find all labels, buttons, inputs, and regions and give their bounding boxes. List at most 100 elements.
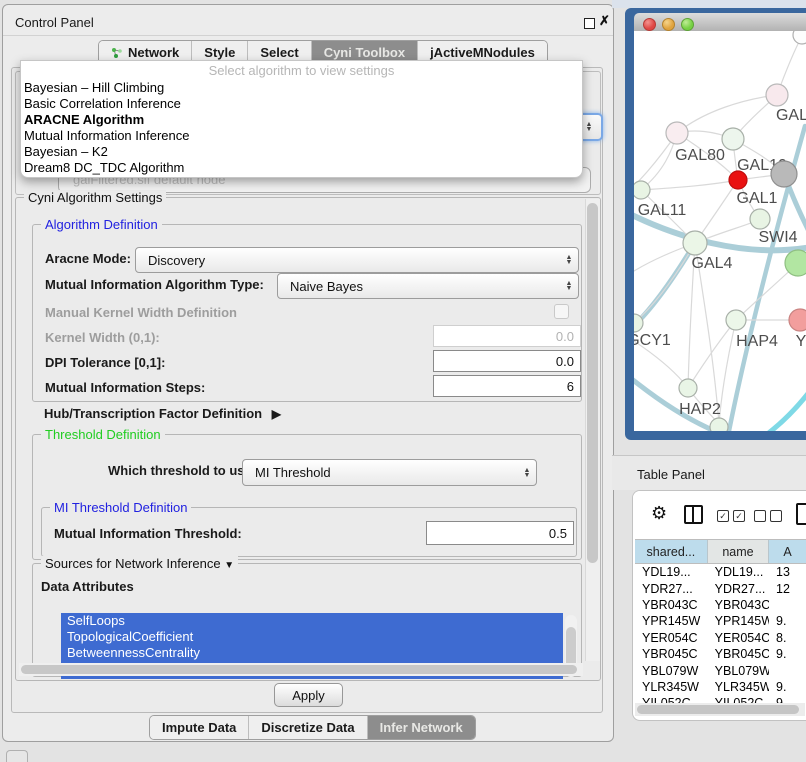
tab-label: Network <box>128 45 179 60</box>
column-header-name[interactable]: name <box>708 540 769 563</box>
network-node-swi4[interactable] <box>785 250 806 276</box>
tab-label: Select <box>260 45 298 60</box>
select-all-checkboxes-icon[interactable]: ✓✓ <box>717 510 745 522</box>
table-row[interactable]: YBR045CYBR045C9. <box>635 646 806 662</box>
combo-spinner-icon: ▲▼ <box>560 255 578 265</box>
which-threshold-combo[interactable]: MI Threshold ▲▼ <box>242 459 537 486</box>
node-label: HAP2 <box>679 401 721 418</box>
network-node-gal80[interactable] <box>666 122 688 144</box>
network-node-hap2[interactable] <box>679 379 697 397</box>
tab-discretize-data[interactable]: Discretize Data <box>249 716 367 739</box>
network-edge[interactable] <box>634 243 695 331</box>
algorithm-option-dream8-dc-tdc-algorithm[interactable]: Dream8 DC_TDC Algorithm <box>22 160 581 176</box>
settings-horizontal-scrollbar-thumb[interactable] <box>21 665 577 674</box>
attribute-item-selfloops[interactable]: SelfLoops <box>61 613 563 629</box>
which-threshold-value: MI Threshold <box>243 465 518 480</box>
attribute-item-betweennesscentrality[interactable]: BetweennessCentrality <box>61 645 563 661</box>
network-tab-icon <box>111 47 123 59</box>
table-row[interactable]: YBR043CYBR043C <box>635 597 806 613</box>
sources-legend-text: Sources for Network Inference <box>45 556 221 571</box>
table-cell: 13 <box>769 565 806 579</box>
table-row[interactable]: YLR345WYLR345W9. <box>635 679 806 695</box>
algorithm-option-mutual-information-inference[interactable]: Mutual Information Inference <box>22 128 581 144</box>
deselect-all-checkboxes-icon[interactable] <box>754 510 782 522</box>
minimize-traffic-light-icon[interactable] <box>662 18 675 31</box>
table-horizontal-scrollbar[interactable] <box>635 703 805 716</box>
mi-type-value: Naive Bayes <box>278 279 560 294</box>
columns-icon[interactable] <box>684 505 703 524</box>
network-node[interactable] <box>710 418 728 431</box>
table-panel-titlebar: Table Panel <box>612 455 806 490</box>
table-rows: YDL19...YDL19...13YDR27...YDR27...12YBR0… <box>635 564 806 705</box>
column-header-shared[interactable]: shared... <box>635 540 708 563</box>
cyni-settings-legend: Cyni Algorithm Settings <box>24 190 166 205</box>
table-cell: YLR345W <box>708 680 769 694</box>
table-cell: YPR145W <box>635 614 708 628</box>
node-label: SWI4 <box>758 229 797 246</box>
mi-steps-input[interactable]: 6 <box>433 375 581 397</box>
network-edge[interactable] <box>641 180 738 190</box>
hub-definition-toggle[interactable]: Hub/Transcription Factor Definition ▶ <box>44 406 281 421</box>
table-cell: YBR043C <box>635 598 708 612</box>
network-edge[interactable] <box>677 95 777 133</box>
node-label: GAL4 <box>692 255 733 272</box>
table-row[interactable]: YDL19...YDL19...13 <box>635 564 806 580</box>
network-node[interactable] <box>771 161 797 187</box>
document-icon[interactable] <box>796 503 806 525</box>
node-label: GAL80 <box>675 147 725 164</box>
network-node-gal4[interactable] <box>683 231 707 255</box>
network-node-gal1[interactable] <box>750 209 770 229</box>
table-cell: 8. <box>769 631 806 645</box>
network-canvas[interactable]: GALGAL80GAL10GAL1GAL11GAL4SWI4GCY1HAP4YH… <box>634 31 806 431</box>
dpi-tolerance-input[interactable]: 0.0 <box>433 350 581 372</box>
close-traffic-light-icon[interactable] <box>643 18 656 31</box>
table-row[interactable]: YBL079WYBL079W <box>635 662 806 678</box>
table-row[interactable]: YER054CYER054C8. <box>635 630 806 646</box>
kernel-width-input[interactable]: 0.0 <box>433 325 581 347</box>
gear-icon[interactable]: ⚙ <box>651 503 667 524</box>
dpi-tolerance-label: DPI Tolerance [0,1]: <box>45 355 165 370</box>
manual-kernel-checkbox[interactable] <box>554 304 569 319</box>
network-edge[interactable] <box>766 391 806 431</box>
aracne-mode-value: Discovery <box>136 253 560 268</box>
network-node-gal11[interactable] <box>634 181 650 199</box>
network-node[interactable] <box>793 31 806 44</box>
network-node-gal[interactable] <box>766 84 788 106</box>
zoom-traffic-light-icon[interactable] <box>681 18 694 31</box>
tab-infer-network[interactable]: Infer Network <box>368 716 475 739</box>
tab-impute-data[interactable]: Impute Data <box>150 716 249 739</box>
bottom-tabbar: Impute Data Discretize Data Infer Network <box>149 715 476 740</box>
apply-button[interactable]: Apply <box>274 683 343 707</box>
table-row[interactable]: YDR27...YDR27...12 <box>635 580 806 596</box>
float-window-icon[interactable] <box>584 18 595 29</box>
algorithm-option-bayesian-hill-climbing[interactable]: Bayesian – Hill Climbing <box>22 80 581 96</box>
mi-steps-label: Mutual Information Steps: <box>45 380 205 395</box>
algorithm-option-aracne-algorithm[interactable]: ARACNE Algorithm <box>22 112 581 128</box>
mi-type-combo[interactable]: Naive Bayes ▲▼ <box>277 273 579 299</box>
algorithm-definition-group: Algorithm Definition Aracne Mode: Discov… <box>32 224 582 402</box>
algorithm-option-bayesian-k2[interactable]: Bayesian – K2 <box>22 144 581 160</box>
table-cell: YER054C <box>635 631 708 645</box>
table-horizontal-scrollbar-thumb[interactable] <box>637 705 799 714</box>
table-row[interactable]: YPR145WYPR145W9. <box>635 613 806 629</box>
settings-vertical-scrollbar-thumb[interactable] <box>587 203 598 563</box>
attribute-item-topologicalcoefficient[interactable]: TopologicalCoefficient <box>61 629 563 645</box>
tab-label: Discretize Data <box>261 720 354 735</box>
partial-button[interactable] <box>6 750 28 762</box>
sources-legend[interactable]: Sources for Network Inference ▼ <box>41 556 238 571</box>
network-node[interactable] <box>729 171 747 189</box>
table-cell: YBL079W <box>708 664 769 678</box>
aracne-mode-combo[interactable]: Discovery ▲▼ <box>135 247 579 273</box>
mi-threshold-input[interactable]: 0.5 <box>426 521 574 545</box>
network-window-titlebar[interactable] <box>634 13 806 32</box>
network-node-hap4[interactable] <box>726 310 746 330</box>
network-node-gal10[interactable] <box>722 128 744 150</box>
column-header-a[interactable]: A <box>769 540 806 563</box>
network-node-y[interactable] <box>789 309 806 331</box>
algorithm-option-basic-correlation-inference[interactable]: Basic Correlation Inference <box>22 96 581 112</box>
algorithm-dropdown-placeholder: Select algorithm to view settings <box>21 63 582 78</box>
control-panel-title: Control Panel <box>15 15 94 30</box>
application-root: Control Panel ✗ NetworkStyleSelectCyni T… <box>0 0 806 762</box>
table-cell: YBL079W <box>635 664 708 678</box>
close-icon[interactable]: ✗ <box>599 13 610 29</box>
